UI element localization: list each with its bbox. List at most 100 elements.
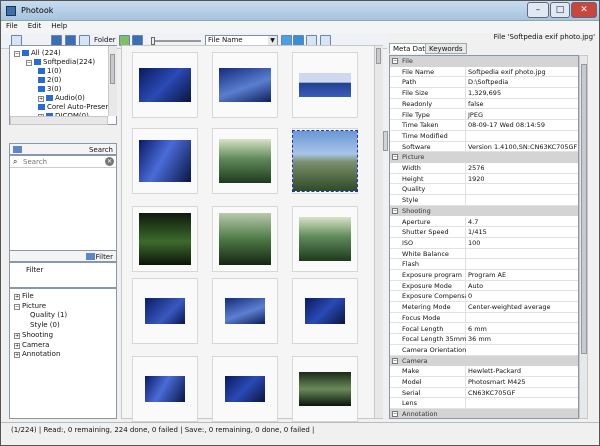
filter-item[interactable]: + Camera <box>14 341 49 349</box>
search-input[interactable] <box>23 157 103 166</box>
zoom-slider-knob[interactable] <box>151 37 155 45</box>
minimize-button[interactable]: – <box>527 2 549 18</box>
property-row[interactable]: Style <box>390 195 578 206</box>
tree-scrollbar[interactable] <box>108 46 117 116</box>
thumbnail-cell[interactable] <box>132 278 198 344</box>
property-value[interactable]: 1920 <box>468 174 485 184</box>
property-value[interactable]: Photosmart M425 <box>468 377 526 387</box>
filter-item[interactable]: +Quality (1) <box>22 311 67 319</box>
property-row[interactable]: Lens <box>390 398 578 410</box>
property-value[interactable]: Center-weighted average <box>468 302 551 312</box>
expand-icon[interactable]: − <box>14 51 20 57</box>
clear-search-icon[interactable]: ✕ <box>105 157 114 166</box>
tab-keywords[interactable]: Keywords <box>425 43 467 54</box>
expand-icon[interactable]: − <box>26 60 32 66</box>
property-row[interactable]: Time Taken 08-09-17 Wed 08:14:59 <box>390 120 578 131</box>
collapse-icon[interactable]: − <box>392 58 398 64</box>
property-row[interactable]: Time Modified <box>390 130 578 142</box>
thumbnail-cell[interactable] <box>292 52 358 118</box>
thumbnail-cell[interactable] <box>292 356 358 422</box>
filter-item[interactable]: + Annotation <box>14 350 60 359</box>
property-category[interactable]: − Camera <box>390 355 578 367</box>
property-row[interactable]: Height 1920 <box>390 173 578 185</box>
thumbnail-cell[interactable] <box>132 356 198 422</box>
thumbnail-cell[interactable] <box>132 128 198 194</box>
expand-icon[interactable]: + <box>38 96 44 102</box>
property-row[interactable]: Make Hewlett-Packard <box>390 366 578 377</box>
property-row[interactable]: Quality <box>390 184 578 196</box>
grid-scrollbar[interactable] <box>374 46 383 418</box>
property-value[interactable]: Hewlett-Packard <box>468 366 521 376</box>
tree-hscrollbar[interactable] <box>10 116 108 125</box>
property-value[interactable]: Auto <box>468 281 483 291</box>
thumbnail-cell[interactable] <box>292 128 358 194</box>
metadata-scrollbar[interactable] <box>579 55 588 419</box>
metadata-scrollbar-thumb[interactable] <box>581 64 587 354</box>
property-category[interactable]: − File <box>390 56 578 67</box>
tree-scrollbar-thumb[interactable] <box>110 54 115 84</box>
thumbnail-cell[interactable] <box>132 52 198 118</box>
property-value[interactable]: 1/415 <box>468 227 487 237</box>
property-row[interactable]: Focus Mode <box>390 312 578 324</box>
close-button[interactable]: ✕ <box>571 2 597 18</box>
collapse-icon[interactable]: − <box>392 154 398 161</box>
grid-scrollbar-thumb[interactable] <box>376 48 381 64</box>
property-row[interactable]: Path D:\Softpedia <box>390 77 578 89</box>
property-value[interactable]: Program AE <box>468 270 506 280</box>
property-category[interactable]: − Picture <box>390 152 578 163</box>
property-row[interactable]: Software Version 1.4100,SN:CN63KC705GF <box>390 141 578 153</box>
property-category[interactable]: − Annotation <box>390 409 578 418</box>
property-row[interactable]: Camera Orientation <box>390 344 578 356</box>
expand-icon[interactable]: + <box>14 352 20 359</box>
tree-item[interactable]: 1(0) <box>38 67 61 75</box>
expand-icon[interactable]: + <box>14 342 20 349</box>
property-row[interactable]: Metering Mode Center-weighted average <box>390 302 578 313</box>
folder-button[interactable]: Folder <box>94 36 116 44</box>
property-value[interactable]: 0 <box>468 291 472 301</box>
property-value[interactable]: 1,329,695 <box>468 88 501 98</box>
property-value[interactable]: CN63KC705GF <box>468 388 515 398</box>
property-value[interactable]: 6 mm <box>468 324 487 334</box>
filter-item[interactable]: + Shooting <box>14 331 53 339</box>
tree-item[interactable]: + Audio(0) <box>38 94 85 102</box>
expand-icon[interactable]: − <box>14 303 20 310</box>
property-value[interactable]: 36 mm <box>468 334 491 344</box>
splitter-handle[interactable] <box>383 131 388 151</box>
filter-item[interactable]: − Picture <box>14 302 46 310</box>
property-row[interactable]: Flash <box>390 259 578 270</box>
thumbnail-cell[interactable] <box>212 278 278 344</box>
property-value[interactable]: 08-09-17 Wed 08:14:59 <box>468 120 545 130</box>
property-row[interactable]: Exposure program Program AE <box>390 270 578 281</box>
maximize-button[interactable]: □ <box>550 2 570 18</box>
collapse-icon[interactable]: − <box>392 411 398 418</box>
thumbnail-cell[interactable] <box>292 206 358 272</box>
tree-item[interactable]: 3(0) <box>38 85 61 93</box>
menu-edit[interactable]: Edit <box>23 21 47 31</box>
tree-item[interactable]: − All (224) <box>14 49 61 57</box>
property-row[interactable]: Aperture 4.7 <box>390 216 578 228</box>
tree-item[interactable]: Corel Auto-Preser <box>38 103 108 111</box>
tree-item[interactable]: − Softpedia(224) <box>26 58 95 66</box>
collapse-icon[interactable]: − <box>392 357 398 364</box>
property-row[interactable]: Exposure Mode Auto <box>390 280 578 292</box>
filter-item[interactable]: + File <box>14 292 34 300</box>
property-row[interactable]: Shutter Speed 1/415 <box>390 227 578 238</box>
property-value[interactable]: Softpedia exif photo.jpg <box>468 67 546 77</box>
property-value[interactable]: D:\Softpedia <box>468 77 508 87</box>
property-value[interactable]: JPEG <box>468 110 483 120</box>
collapse-icon[interactable]: − <box>392 207 398 214</box>
property-value[interactable]: 100 <box>468 238 480 248</box>
property-row[interactable]: Readonly false <box>390 98 578 110</box>
thumbnail-cell[interactable] <box>132 206 198 272</box>
property-value[interactable]: 2576 <box>468 163 485 173</box>
expand-icon[interactable]: + <box>14 332 20 339</box>
expand-icon[interactable]: + <box>14 294 20 300</box>
property-row[interactable]: File Type JPEG <box>390 109 578 121</box>
thumbnail-cell[interactable] <box>212 128 278 194</box>
zoom-slider[interactable] <box>151 37 201 45</box>
property-row[interactable]: ISO 100 <box>390 237 578 249</box>
thumbnail-cell[interactable] <box>212 356 278 422</box>
property-row[interactable]: File Name Softpedia exif photo.jpg <box>390 66 578 78</box>
menu-help[interactable]: Help <box>46 21 72 31</box>
filter-item[interactable]: +Style (0) <box>22 321 60 329</box>
